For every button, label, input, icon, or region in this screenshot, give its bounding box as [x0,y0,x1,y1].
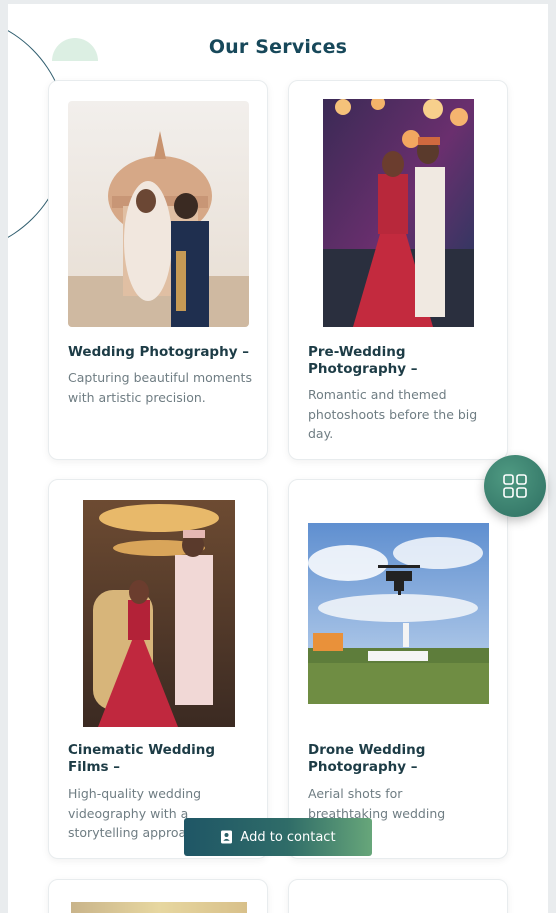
service-description: Capturing beautiful moments with artisti… [68,370,252,405]
service-title: Pre-Wedding Photography – [308,344,418,377]
service-card-partial[interactable] [288,879,508,913]
service-title: Wedding Photography – [68,344,249,360]
add-to-contact-label: Add to contact [240,829,336,845]
service-title: Cinematic Wedding Films – [68,742,216,775]
cinematic-couple-photo [83,500,235,727]
service-card-pre-wedding[interactable]: Pre-Wedding Photography – Romantic and t… [288,80,508,460]
partial-photo [71,902,247,913]
drone-photo [308,523,489,704]
service-card-drone-photography[interactable]: Drone Wedding Photography – Aerial shots… [288,479,508,859]
service-description: Romantic and themed photoshoots before t… [308,387,478,441]
services-page: Our Services Wedding Photography – Captu… [8,4,548,913]
service-card-wedding-photography[interactable]: Wedding Photography – Capturing beautifu… [48,80,268,460]
grid-menu-button[interactable] [484,455,546,517]
add-to-contact-button[interactable]: Add to contact [184,818,372,856]
grid-menu-icon [503,474,527,498]
service-title: Drone Wedding Photography – [308,742,426,775]
pre-wedding-couple-photo [323,99,474,327]
section-title: Our Services [208,36,348,58]
service-card-partial[interactable] [48,879,268,913]
service-card-cinematic-films[interactable]: Cinematic Wedding Films – High-quality w… [48,479,268,859]
wedding-couple-photo [68,101,249,327]
contact-card-icon [221,830,233,844]
